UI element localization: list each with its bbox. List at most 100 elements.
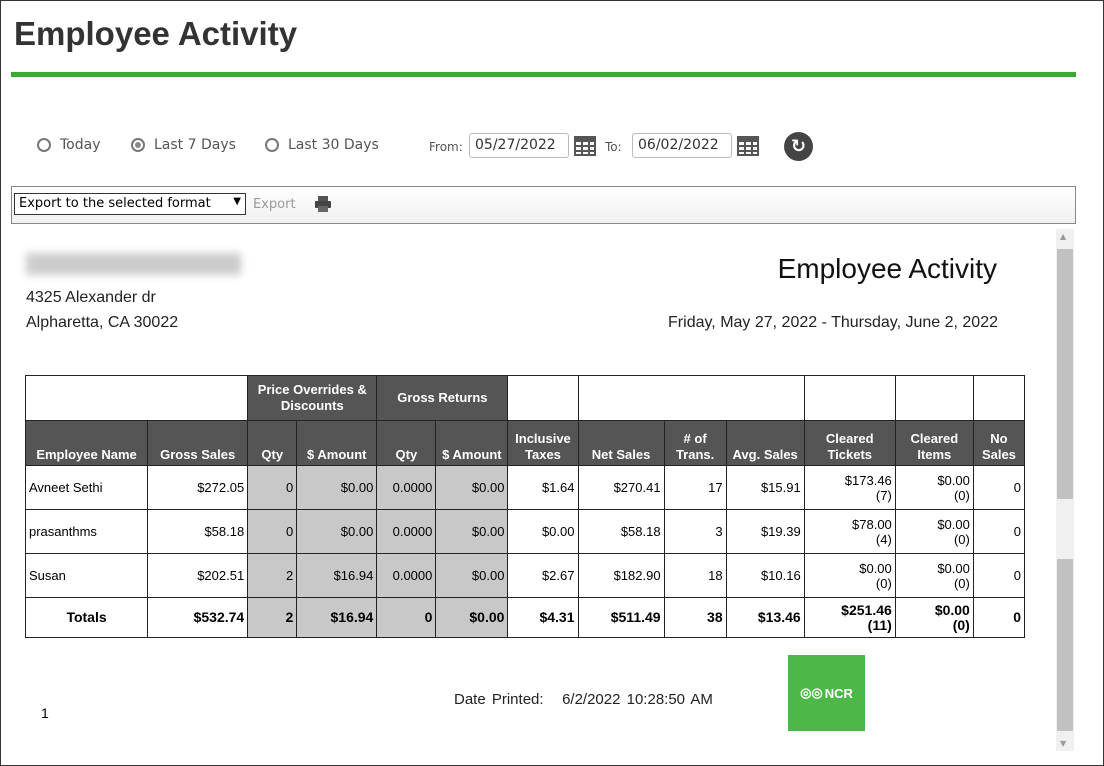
print-icon[interactable]: [314, 195, 332, 213]
table-cell: 0: [972, 465, 1026, 510]
table-cell: $16.94: [296, 553, 378, 598]
column-header: Net Sales: [577, 420, 665, 466]
table-cell: $0.00 (0): [894, 509, 974, 554]
table-cell: $0.00 (0): [803, 553, 896, 598]
table-cell: Totals: [24, 597, 149, 638]
scroll-up-icon[interactable]: ▲: [1060, 232, 1066, 241]
report-date-range: Friday, May 27, 2022 - Thursday, June 2,…: [668, 314, 998, 331]
export-format-select[interactable]: Export to the selected format ▼: [14, 193, 246, 215]
table-cell: $0.00: [435, 465, 509, 510]
header-blank: [507, 375, 579, 421]
table-cell: 3: [663, 509, 727, 554]
store-name-redacted: [26, 253, 241, 275]
table-cell: $16.94: [296, 597, 378, 638]
table-cell: $511.49: [577, 597, 665, 638]
title-underline: [11, 72, 1076, 77]
column-header: Qty: [376, 420, 437, 466]
column-header: No Sales: [972, 420, 1026, 466]
table-cell: $0.00: [435, 597, 509, 638]
report-title: Employee Activity: [777, 253, 997, 284]
store-address-line2: Alpharetta, CA 30022: [26, 314, 179, 331]
table-cell: 0: [247, 465, 298, 510]
to-label: To:: [605, 140, 622, 154]
date-printed-label: Date Printed:: [454, 691, 544, 708]
table-cell: $0.00 (0): [894, 553, 974, 598]
chevron-down-icon: ▼: [233, 196, 241, 207]
page-number: 1: [41, 705, 49, 721]
employee-activity-table: Price Overrides & Discounts Gross Return…: [24, 375, 1026, 638]
radio-icon[interactable]: [37, 138, 51, 152]
table-cell: $0.00: [435, 553, 509, 598]
table-cell: $78.00 (4): [803, 509, 896, 554]
table-cell: $1.64: [507, 465, 579, 510]
table-cell: $251.46 (11): [803, 597, 896, 638]
column-header: Inclusive Taxes: [507, 420, 579, 466]
calendar-icon[interactable]: [736, 134, 760, 158]
column-header: $ Amount: [296, 420, 378, 466]
header-blank: [24, 375, 249, 421]
column-header: Employee Name: [24, 420, 149, 466]
from-date-input[interactable]: 05/27/2022: [469, 133, 569, 158]
scrollbar-thumb[interactable]: [1057, 249, 1073, 499]
table-cell: $0.00: [296, 465, 378, 510]
table-cell: $270.41: [577, 465, 665, 510]
table-cell: $0.00: [507, 509, 579, 554]
table-cell: $13.46: [725, 597, 805, 638]
radio-last-7-days[interactable]: Last 7 Days: [131, 137, 236, 153]
table-cell: $0.00 (0): [894, 597, 974, 638]
table-cell: $10.16: [725, 553, 805, 598]
radio-last-30-days[interactable]: Last 30 Days: [265, 137, 379, 153]
column-header: Gross Sales: [147, 420, 249, 466]
column-header: $ Amount: [435, 420, 509, 466]
radio-today[interactable]: Today: [37, 137, 101, 153]
table-row: prasanthms $58.18 0 $0.00 0.0000 $0.00 $0.00 $5…: [24, 509, 1026, 554]
store-address-line1: 4325 Alexander dr: [26, 289, 156, 306]
group-header-gross-returns: Gross Returns: [376, 375, 509, 421]
table-cell: $182.90: [577, 553, 665, 598]
ncr-logo: ◎◎ NCR: [788, 655, 865, 731]
export-button[interactable]: Export: [253, 197, 296, 212]
table-row: Avneet Sethi $272.05 0 $0.00 0.0000 $0.00 $1.6…: [24, 465, 1026, 510]
table-cell: prasanthms: [24, 509, 149, 554]
radio-label: Today: [60, 137, 101, 153]
table-cell: $58.18: [147, 509, 249, 554]
table-cell: 0.0000: [376, 509, 437, 554]
table-cell: $58.18: [577, 509, 665, 554]
radio-icon[interactable]: [131, 138, 145, 152]
table-cell: 2: [247, 553, 298, 598]
from-label: From:: [429, 140, 463, 154]
scroll-down-icon[interactable]: ▼: [1060, 739, 1066, 748]
date-printed: Date Printed: 6/2/2022 10:28:50 AM: [454, 691, 713, 708]
table-cell: 0: [972, 509, 1026, 554]
radio-icon[interactable]: [265, 138, 279, 152]
table-cell: $0.00: [296, 509, 378, 554]
table-row: Susan $202.51 2 $16.94 0.0000 $0.00 $2.67 $182.…: [24, 553, 1026, 598]
ncr-logo-icon: ◎◎: [800, 685, 823, 700]
report-toolbar: Export to the selected format ▼ Export: [11, 186, 1076, 224]
table-cell: $2.67: [507, 553, 579, 598]
table-cell: $202.51: [147, 553, 249, 598]
to-date-input[interactable]: 06/02/2022: [632, 133, 732, 158]
table-cell: 17: [663, 465, 727, 510]
refresh-icon[interactable]: ↻: [784, 132, 813, 161]
table-cell: 0: [376, 597, 437, 638]
header-blank: [894, 375, 974, 421]
table-cell: 18: [663, 553, 727, 598]
column-header: Cleared Items: [894, 420, 974, 466]
table-cell: 0: [972, 553, 1026, 598]
export-format-value: Export to the selected format: [19, 196, 211, 211]
table-cell: 0.0000: [376, 465, 437, 510]
table-cell: $0.00 (0): [894, 465, 974, 510]
column-header: # of Trans.: [663, 420, 727, 466]
header-blank: [577, 375, 805, 421]
table-cell: 0: [247, 509, 298, 554]
calendar-icon[interactable]: [573, 134, 597, 158]
table-cell: $173.46 (7): [803, 465, 896, 510]
vertical-scrollbar[interactable]: ▲ ▼: [1056, 229, 1074, 751]
table-cell: 0.0000: [376, 553, 437, 598]
table-cell: $19.39: [725, 509, 805, 554]
table-cell: 0: [972, 597, 1026, 638]
table-cell: $4.31: [507, 597, 579, 638]
radio-label: Last 7 Days: [154, 137, 236, 153]
table-cell: Susan: [24, 553, 149, 598]
